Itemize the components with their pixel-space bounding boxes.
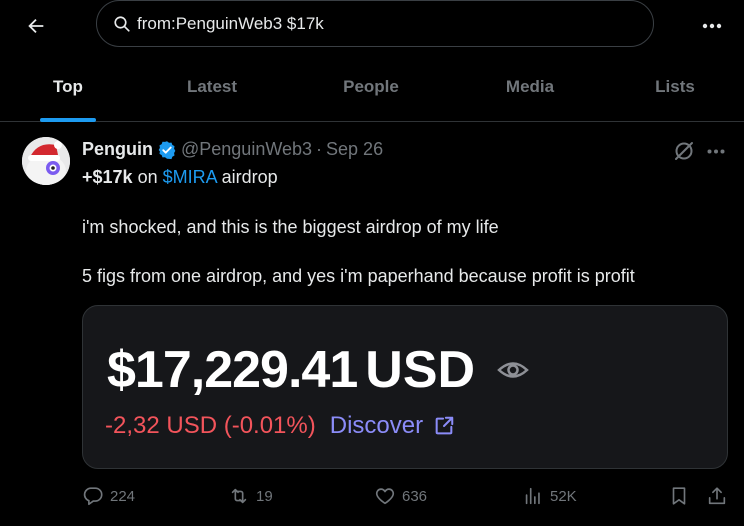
reply-button[interactable]: 224 (82, 485, 135, 507)
tweet-text: on (132, 167, 163, 187)
share-button[interactable] (706, 485, 734, 507)
tab-media[interactable]: Media (454, 52, 606, 122)
change-row: -2,32 USD (-0.01%) Discover (105, 412, 457, 440)
tweet-date[interactable]: Sep 26 (326, 139, 383, 160)
verified-badge-icon (157, 140, 177, 160)
views-icon (525, 487, 540, 505)
like-count: 636 (402, 487, 428, 505)
more-options-button[interactable] (694, 8, 730, 44)
tab-label: Lists (655, 77, 695, 96)
search-box[interactable] (96, 0, 654, 47)
tweet-text: airdrop (216, 167, 278, 187)
ellipsis-icon (702, 23, 722, 29)
cashtag-link[interactable]: $MIRA (163, 167, 217, 187)
balance-currency: USD (365, 341, 476, 399)
bookmark-icon (672, 487, 686, 505)
tab-label: Latest (186, 77, 238, 96)
tweet[interactable]: Penguin @PenguinWeb3 · Sep 26 +$17k on $… (0, 123, 744, 526)
repost-button[interactable]: 19 (228, 485, 273, 507)
bookmark-button[interactable] (668, 485, 696, 507)
back-button[interactable] (18, 8, 54, 44)
ellipsis-icon (707, 149, 725, 153)
repost-count: 19 (256, 487, 273, 505)
author-handle[interactable]: @PenguinWeb3 (181, 139, 312, 160)
eye-icon (497, 354, 529, 386)
separator: · (316, 139, 323, 159)
like-button[interactable]: 636 (374, 485, 427, 507)
tab-top[interactable]: Top (0, 52, 136, 122)
views-button[interactable]: 52K (522, 485, 577, 507)
author-name[interactable]: Penguin (82, 139, 153, 160)
top-bar (0, 0, 744, 52)
tab-label: Top (53, 77, 83, 96)
external-link-icon (433, 414, 457, 438)
tweet-actions: 224 19 636 52K (0, 481, 744, 513)
tweet-header: Penguin @PenguinWeb3 · Sep 26 (82, 139, 383, 160)
repost-icon (231, 488, 247, 504)
tab-label: Media (505, 77, 555, 96)
tweet-text-line-3: 5 figs from one airdrop, and yes i'm pap… (82, 266, 635, 286)
tweet-text-line-1: +$17k on $MIRA airdrop (82, 167, 278, 188)
views-count: 52K (550, 487, 577, 505)
search-tabs: Top Latest People Media Lists (0, 52, 744, 122)
media-card[interactable]: $17,229.41 USD -2,32 USD (-0.01%) Discov… (82, 305, 728, 469)
balance-change: -2,32 USD (-0.01%) (105, 412, 316, 439)
active-tab-indicator (40, 118, 96, 122)
grok-icon[interactable] (672, 139, 696, 163)
tab-latest[interactable]: Latest (136, 52, 288, 122)
balance-amount: $17,229.41 (107, 341, 358, 399)
tweet-amount: +$17k (82, 167, 133, 187)
tab-label: People (343, 77, 399, 96)
balance-row: $17,229.41 USD (107, 340, 529, 400)
tweet-more-button[interactable] (704, 139, 728, 163)
search-icon (113, 15, 131, 33)
tweet-text-line-2: i'm shocked, and this is the biggest air… (82, 217, 499, 237)
share-icon (708, 487, 726, 505)
reply-icon (83, 487, 103, 506)
search-input[interactable] (137, 13, 617, 34)
tab-lists[interactable]: Lists (606, 52, 744, 122)
arrow-left-icon (28, 18, 44, 34)
discover-link: Discover (329, 412, 424, 439)
reply-count: 224 (110, 487, 136, 505)
heart-icon (375, 488, 395, 505)
tab-people[interactable]: People (288, 52, 454, 122)
avatar[interactable] (22, 137, 70, 185)
